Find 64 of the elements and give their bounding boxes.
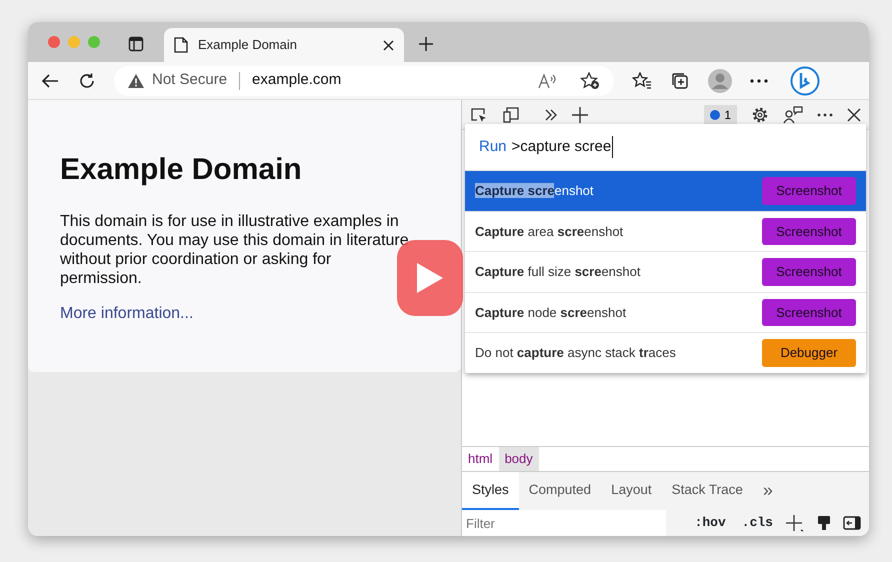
command-label: Capture full size screenshot <box>475 263 640 281</box>
page-heading: Example Domain <box>60 152 303 188</box>
command-item[interactable]: Do not capture async stack traces Debugger <box>465 332 866 372</box>
command-label: Capture node screenshot <box>475 304 626 322</box>
style-toggle[interactable]: :hov <box>694 513 726 533</box>
command-item[interactable]: Capture screenshot Screenshot <box>465 170 866 210</box>
category-tag: Screenshot <box>762 218 856 245</box>
add-rule-icon[interactable] <box>785 514 805 532</box>
close-icon[interactable] <box>383 40 394 50</box>
play-icon <box>417 263 443 293</box>
profile-avatar-icon[interactable] <box>708 68 732 92</box>
read-aloud-icon[interactable] <box>538 72 558 88</box>
chevrons-icon[interactable] <box>544 108 558 120</box>
message-icon <box>710 110 720 120</box>
add-icon[interactable] <box>572 106 588 122</box>
command-item[interactable]: Capture node screenshot Screenshot <box>465 292 866 332</box>
settings-icon[interactable] <box>751 106 769 124</box>
panel-tab[interactable]: Styles <box>462 472 519 510</box>
more-tabs-button[interactable]: » <box>752 472 783 510</box>
command-query: >capture scree <box>512 136 614 158</box>
refresh-icon[interactable] <box>78 72 96 90</box>
add-favorite-icon[interactable] <box>580 72 600 90</box>
issues-button[interactable]: 1 <box>704 104 737 124</box>
command-label: Capture area screenshot <box>475 222 624 241</box>
panel-tab[interactable]: Computed <box>518 472 602 510</box>
category-tag: Debugger <box>762 339 856 366</box>
run-prefix: Run <box>479 136 507 157</box>
device-icon[interactable] <box>502 106 520 122</box>
command-item[interactable]: Capture full size screenshot Screenshot <box>465 251 866 292</box>
inspect-icon[interactable] <box>470 106 488 122</box>
filter-field[interactable]: Filter <box>462 510 666 536</box>
command-label: Do not capture async stack traces <box>475 344 676 362</box>
feedback-icon[interactable] <box>783 106 803 124</box>
category-tag: Screenshot <box>762 258 856 286</box>
chat-logo-icon[interactable] <box>790 66 820 96</box>
address-bar[interactable]: Not Secure example.com <box>114 66 614 96</box>
new-tab-icon[interactable] <box>418 36 434 52</box>
paint-brush-icon[interactable] <box>817 515 831 531</box>
sidebar-toggle-icon[interactable] <box>843 516 861 530</box>
browser-tab[interactable]: Example Domain <box>164 28 404 62</box>
style-toggle[interactable]: .cls <box>742 513 773 533</box>
favorites-icon[interactable] <box>632 72 652 90</box>
collections-icon[interactable] <box>670 72 690 90</box>
tab-title: Example Domain <box>198 36 298 54</box>
sidebar-icon[interactable] <box>128 36 144 52</box>
security-label: Not Secure <box>152 70 228 90</box>
more-icon[interactable] <box>817 112 833 116</box>
close-icon[interactable] <box>847 108 861 122</box>
category-tag: Screenshot <box>762 298 856 326</box>
page-paragraph: This domain is for use in illustrative examples in documents. You may use this domain in literature without prior coordination or asking for permission. <box>60 212 410 288</box>
more-information-link[interactable]: More information... <box>60 305 194 322</box>
warning-icon <box>128 74 144 88</box>
page-icon <box>174 37 188 53</box>
panel-tab[interactable]: Layout <box>601 472 662 510</box>
category-tag: Screenshot <box>762 177 856 204</box>
command-label: Capture screenshot <box>475 182 594 200</box>
breadcrumb[interactable]: html <box>462 447 499 471</box>
command-item[interactable]: Capture area screenshot Screenshot <box>465 210 866 251</box>
panel-tab[interactable]: Stack Trace <box>662 472 753 510</box>
command-input[interactable]: Run >capture scree <box>465 124 866 170</box>
breadcrumb[interactable]: body <box>498 447 539 471</box>
url-text: example.com <box>252 70 342 90</box>
more-icon[interactable] <box>750 78 768 82</box>
back-icon[interactable] <box>40 72 60 88</box>
